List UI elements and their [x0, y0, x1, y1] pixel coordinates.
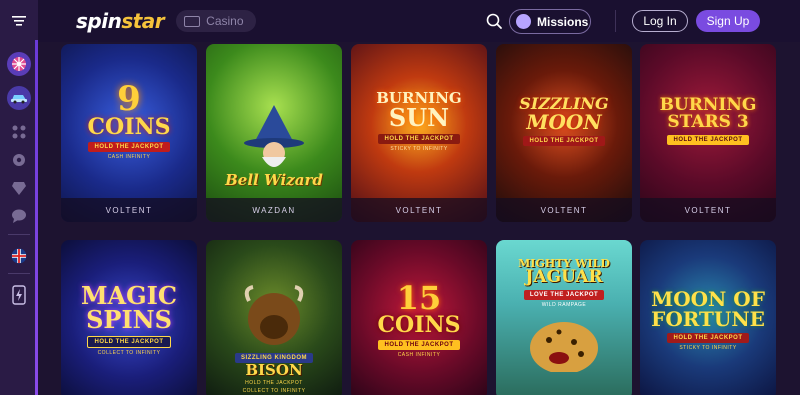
game-band: HOLD THE JACKPOT	[378, 340, 460, 350]
game-sub: WILD RAMPAGE	[541, 302, 587, 308]
game-sub: STICKY TO INFINITY	[390, 145, 448, 152]
chat-icon[interactable]	[11, 208, 27, 224]
game-tile-moon-of-fortune[interactable]: MOON OF FORTUNE HOLD THE JACKPOT STICKY …	[640, 240, 776, 395]
missions-label: Missions	[537, 14, 589, 29]
casino-icon	[184, 15, 201, 27]
provider-label: VOLTENT	[496, 198, 632, 222]
game-band: HOLD THE JACKPOT	[378, 133, 460, 144]
game-tile-burning-sun[interactable]: BURNING SUN HOLD THE JACKPOT STICKY TO I…	[351, 44, 487, 222]
spin-wheel-icon[interactable]	[7, 52, 31, 76]
game-sub: COLLECT TO INFINITY	[242, 388, 306, 394]
game-tile-burning-stars-3[interactable]: BURNING STARS 3 HOLD THE JACKPOT VOLTENT	[640, 44, 776, 222]
game-tile-sizzling-kingdom-bison[interactable]: SIZZLING KINGDOM BISON HOLD THE JACKPOT …	[206, 240, 342, 395]
game-sub: STICKY TO INFINITY	[679, 345, 737, 351]
provider-label: VOLTENT	[61, 198, 197, 222]
bison-illustration	[244, 285, 304, 345]
casino-label: Casino	[206, 14, 244, 28]
missions-button[interactable]: Missions	[509, 9, 591, 34]
wizard-illustration	[244, 105, 304, 167]
game-title-2: STARS 3	[667, 112, 749, 132]
game-tile-magic-spins[interactable]: MAGIC SPINS HOLD THE JACKPOT COLLECT TO …	[61, 240, 197, 395]
sidebar	[0, 0, 38, 395]
game-title-2: SUN	[388, 102, 450, 132]
game-tile-sizzling-moon[interactable]: SIZZLING MOON HOLD THE JACKPOT VOLTENT	[496, 44, 632, 222]
provider-label: WAZDAN	[206, 198, 342, 222]
jaguar-illustration	[530, 322, 598, 372]
car-icon[interactable]	[7, 86, 31, 110]
game-title-2: SPINS	[86, 305, 172, 334]
game-band: HOLD THE JACKPOT	[87, 336, 171, 348]
game-sub: CASH INFINITY	[107, 154, 151, 160]
game-sub: COLLECT TO INFINITY	[97, 350, 161, 356]
logo-part-1: spin	[76, 9, 122, 33]
game-sub: CASH INFINITY	[397, 352, 441, 358]
login-button[interactable]: Log In	[632, 10, 688, 32]
missions-icon	[516, 14, 531, 29]
spinstar-logo[interactable]: spinstar	[76, 9, 165, 33]
game-band: HOLD THE JACKPOT	[245, 380, 303, 386]
search-icon[interactable]	[485, 12, 503, 30]
game-band: HOLD THE JACKPOT	[88, 142, 170, 152]
menu-icon[interactable]	[6, 8, 32, 34]
game-grid: 9 COINS HOLD THE JACKPOT CASH INFINITY V…	[38, 42, 800, 395]
game-art: BURNING SUN HOLD THE JACKPOT STICKY TO I…	[351, 44, 487, 198]
game-band: LOVE THE JACKPOT	[523, 290, 605, 300]
game-art: SIZZLING KINGDOM BISON HOLD THE JACKPOT …	[206, 240, 342, 395]
signup-button[interactable]: Sign Up	[696, 10, 760, 32]
game-title-2: FORTUNE	[651, 307, 765, 331]
logo-part-2: star	[121, 9, 165, 33]
game-tile-mighty-wild-jaguar[interactable]: MIGHTY WILD JAGUAR LOVE THE JACKPOT WILD…	[496, 240, 632, 395]
provider-label: VOLTENT	[640, 198, 776, 222]
game-title: Bell	[225, 171, 259, 189]
game-title-2: COINS	[377, 312, 461, 338]
game-title-2: MOON	[526, 110, 602, 134]
game-art: Bell Wizard	[206, 44, 342, 198]
gear-icon[interactable]	[11, 152, 27, 168]
dots-grid-icon[interactable]	[11, 124, 27, 140]
lightning-icon[interactable]	[6, 282, 32, 308]
game-tile-15-coins[interactable]: 15 COINS HOLD THE JACKPOT CASH INFINITY	[351, 240, 487, 395]
game-art: SIZZLING MOON HOLD THE JACKPOT	[496, 44, 632, 198]
game-tile-9-coins[interactable]: 9 COINS HOLD THE JACKPOT CASH INFINITY V…	[61, 44, 197, 222]
casino-tab[interactable]: Casino	[176, 10, 256, 32]
game-art: 9 COINS HOLD THE JACKPOT CASH INFINITY	[61, 44, 197, 198]
game-band: HOLD THE JACKPOT	[667, 333, 749, 343]
sidebar-divider	[8, 273, 30, 274]
sidebar-divider	[8, 234, 30, 235]
game-title-2: Wizard	[263, 171, 323, 189]
provider-label: VOLTENT	[351, 198, 487, 222]
game-art: 15 COINS HOLD THE JACKPOT CASH INFINITY	[351, 240, 487, 395]
game-band: HOLD THE JACKPOT	[667, 135, 749, 145]
diamond-icon[interactable]	[11, 180, 27, 196]
top-navigation-bar: spinstar Casino Missions Log In Sign Up	[38, 0, 800, 42]
game-title: 9	[117, 79, 141, 119]
game-title: 15	[396, 279, 442, 317]
game-title: MOON OF	[651, 287, 765, 311]
game-title-2: COINS	[87, 114, 171, 140]
uk-flag-icon[interactable]	[6, 243, 32, 269]
game-title-2: JAGUAR	[525, 267, 603, 287]
game-title-2: BISON	[245, 361, 303, 379]
game-tile-bell-wizard[interactable]: Bell Wizard WAZDAN	[206, 44, 342, 222]
game-art: MOON OF FORTUNE HOLD THE JACKPOT STICKY …	[640, 240, 776, 395]
game-band: HOLD THE JACKPOT	[523, 136, 605, 146]
header-divider	[615, 10, 616, 32]
game-art: MAGIC SPINS HOLD THE JACKPOT COLLECT TO …	[61, 240, 197, 395]
game-art: BURNING STARS 3 HOLD THE JACKPOT	[640, 44, 776, 198]
game-art: MIGHTY WILD JAGUAR LOVE THE JACKPOT WILD…	[496, 240, 632, 395]
